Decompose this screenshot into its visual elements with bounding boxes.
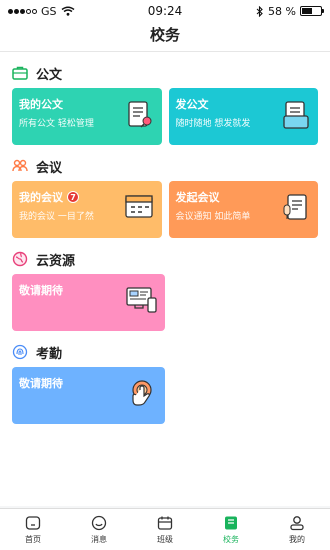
my-meetings-card[interactable]: 我的会议 7 我的会议 一目了然: [12, 181, 162, 238]
wifi-icon: [61, 6, 74, 16]
section-doc-header: 公文: [12, 52, 318, 88]
globe-icon: [12, 251, 28, 267]
tab-school-affairs-label: 校务: [223, 535, 239, 544]
section-attendance-header: 考勤: [12, 331, 318, 367]
cloud-cards: 敬请期待: [12, 274, 318, 331]
message-icon: [90, 514, 108, 532]
attendance-coming-soon-card[interactable]: 敬请期待: [12, 367, 165, 424]
microphone-document-icon: [282, 193, 310, 227]
meeting-cards: 我的会议 7 我的会议 一目了然 发起会议 会议通知 如此简单: [12, 181, 318, 238]
main-content: 公文 我的公文 所有公文 轻松管理 发公文 随时随地 想发就发 会议 我的会议: [0, 52, 330, 506]
bottom-tab-bar: 首页 消息 班级 校务 我的: [0, 508, 330, 550]
section-cloud-title: 云资源: [36, 253, 76, 269]
tab-home-label: 首页: [25, 535, 41, 544]
send-document-card[interactable]: 发公文 随时随地 想发就发: [168, 88, 318, 145]
attendance-coming-soon-title: 敬请期待: [19, 377, 63, 390]
start-meeting-card[interactable]: 发起会议 会议通知 如此简单: [168, 181, 318, 238]
carrier-label: GS: [41, 4, 57, 18]
tab-messages[interactable]: 消息: [66, 509, 132, 550]
section-meeting-header: 会议: [12, 145, 318, 181]
cloud-coming-soon-card[interactable]: 敬请期待: [12, 274, 165, 331]
section-attendance-title: 考勤: [36, 346, 63, 362]
profile-icon: [288, 514, 306, 532]
tab-home[interactable]: 首页: [0, 509, 66, 550]
attendance-cards: 敬请期待: [12, 367, 318, 424]
battery-icon: [300, 6, 324, 16]
section-doc-title: 公文: [36, 67, 63, 83]
tab-profile-label: 我的: [289, 535, 305, 544]
page-title: 校务: [0, 22, 330, 52]
school-affairs-icon: [222, 514, 240, 532]
computer-devices-icon: [125, 286, 157, 318]
briefcase-icon: [12, 65, 28, 81]
document-stamp-icon: [126, 100, 154, 134]
meeting-count-badge: 7: [67, 191, 79, 203]
doc-cards: 我的公文 所有公文 轻松管理 发公文 随时随地 想发就发: [12, 88, 318, 145]
status-bar: GS 09:24 58 %: [0, 0, 330, 22]
meeting-people-icon: [12, 158, 28, 174]
fingerprint-icon: [12, 344, 28, 360]
tab-school-affairs[interactable]: 校务: [198, 509, 264, 550]
cloud-coming-soon-title: 敬请期待: [19, 284, 63, 297]
battery-percent: 58 %: [268, 4, 296, 18]
calendar-icon: [124, 193, 154, 223]
my-meetings-title: 我的会议: [19, 191, 63, 204]
my-documents-title: 我的公文: [19, 98, 63, 111]
home-icon: [24, 514, 42, 532]
my-documents-card[interactable]: 我的公文 所有公文 轻松管理: [12, 88, 162, 145]
send-document-title: 发公文: [175, 98, 209, 111]
tab-class-label: 班级: [157, 535, 173, 544]
hand-tap-icon: [129, 379, 157, 413]
class-icon: [156, 514, 174, 532]
signal-icon: [8, 8, 37, 14]
bluetooth-icon: [256, 5, 263, 17]
status-right: 58 %: [256, 4, 324, 18]
tab-class[interactable]: 班级: [132, 509, 198, 550]
document-tray-icon: [282, 100, 310, 134]
tab-profile[interactable]: 我的: [264, 509, 330, 550]
tab-messages-label: 消息: [91, 535, 107, 544]
start-meeting-title: 发起会议: [175, 191, 220, 204]
section-cloud-header: 云资源: [12, 238, 318, 274]
section-meeting-title: 会议: [36, 160, 63, 176]
status-left: GS: [8, 5, 75, 18]
